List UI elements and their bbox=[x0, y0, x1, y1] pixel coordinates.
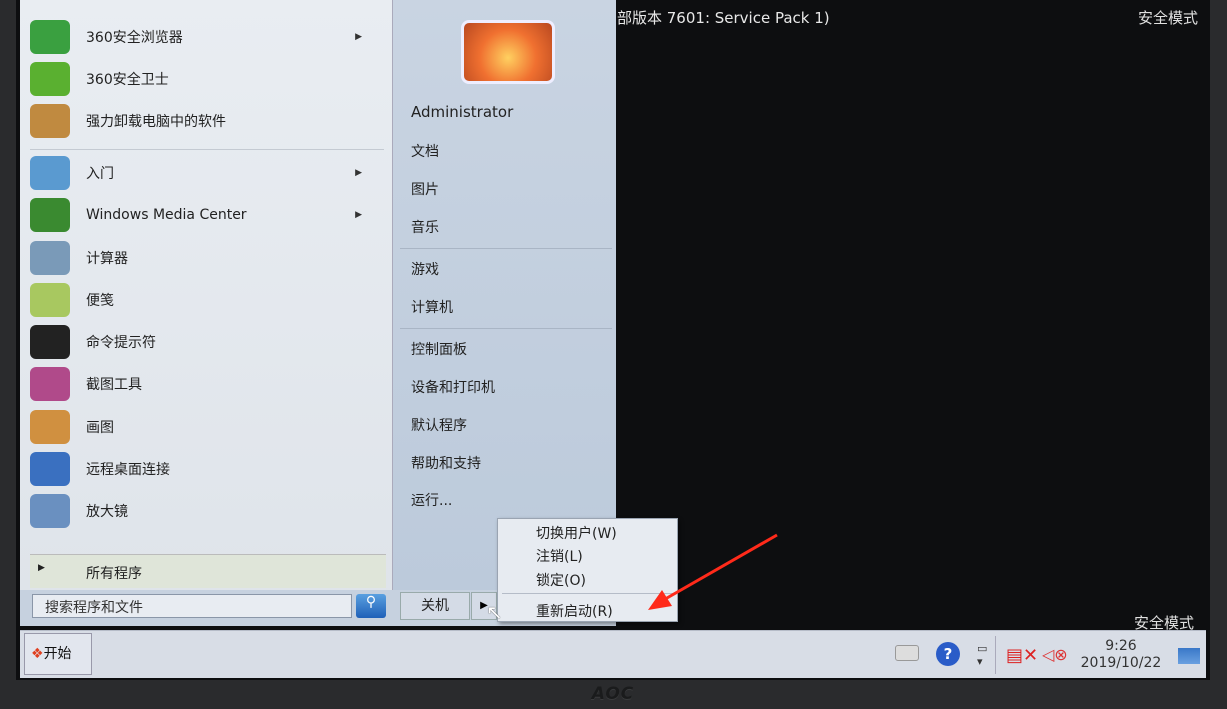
clock-date: 2019/10/22 bbox=[1080, 655, 1162, 671]
clock-time: 9:26 bbox=[1105, 638, 1137, 654]
program-label: 360安全浏览器 bbox=[86, 30, 183, 46]
monitor-brand-logo: AOC bbox=[591, 684, 635, 704]
shield-360-icon bbox=[30, 62, 70, 96]
search-input[interactable]: 搜索程序和文件 bbox=[32, 594, 352, 618]
uninstall-icon bbox=[30, 104, 70, 138]
start-button[interactable]: ❖开始 bbox=[24, 633, 92, 675]
mouse-cursor-icon: ↖ bbox=[486, 600, 503, 624]
sticky-notes-icon bbox=[30, 282, 70, 317]
media-center-icon bbox=[30, 198, 70, 233]
divider bbox=[400, 248, 612, 249]
places-item[interactable]: 计算机 bbox=[411, 297, 453, 317]
places-item[interactable]: 文档 bbox=[411, 141, 439, 161]
program-label: 360安全卫士 bbox=[86, 72, 169, 88]
program-label: 远程桌面连接 bbox=[86, 461, 170, 478]
triangle-right-icon: ▶ bbox=[355, 210, 362, 221]
places-item[interactable]: Administrator bbox=[411, 103, 513, 121]
program-item[interactable]: 入门 ▶ bbox=[30, 153, 380, 193]
triangle-right-icon: ▶ bbox=[355, 168, 362, 178]
cmd-icon bbox=[30, 325, 70, 359]
paint-icon bbox=[30, 409, 70, 444]
triangle-right-icon: ▶ bbox=[355, 32, 362, 42]
program-item[interactable]: 360安全卫士 bbox=[30, 59, 380, 99]
safe-mode-label-top: 安全模式 bbox=[1138, 9, 1199, 27]
program-label: 强力卸载电脑中的软件 bbox=[86, 114, 226, 130]
menu-item-restart[interactable]: 重新启动(R) bbox=[536, 601, 613, 621]
calculator-icon bbox=[30, 240, 70, 275]
show-desktop-button[interactable] bbox=[1178, 648, 1200, 664]
places-item[interactable]: 游戏 bbox=[411, 259, 439, 279]
menu-item-switch-user[interactable]: 切换用户(W) bbox=[536, 523, 617, 543]
snipping-tool-icon bbox=[30, 367, 70, 402]
show-hidden-icons[interactable]: ▭ ▾ bbox=[977, 642, 987, 668]
remote-desktop-icon bbox=[30, 451, 70, 486]
places-item[interactable]: 运行... bbox=[411, 490, 452, 510]
places-item[interactable]: 音乐 bbox=[411, 217, 439, 237]
program-item[interactable]: Windows Media Center ▶ bbox=[30, 195, 380, 235]
program-item[interactable]: 命令提示符 bbox=[30, 322, 380, 362]
getting-started-icon bbox=[30, 156, 70, 190]
program-item[interactable]: 远程桌面连接 bbox=[30, 449, 380, 489]
program-label: 截图工具 bbox=[86, 377, 142, 394]
network-disconnected-icon[interactable]: ▤✕ bbox=[1006, 645, 1038, 666]
places-item[interactable]: 默认程序 bbox=[411, 415, 467, 435]
program-label: Windows Media Center bbox=[86, 207, 247, 224]
user-avatar[interactable] bbox=[461, 20, 555, 84]
program-item[interactable]: 强力卸载电脑中的软件 bbox=[30, 101, 380, 141]
version-info: 部版本 7601: Service Pack 1) bbox=[617, 9, 830, 27]
all-programs-label: 所有程序 bbox=[86, 566, 142, 582]
divider bbox=[30, 149, 384, 150]
volume-muted-icon[interactable]: ◁⊗ bbox=[1042, 645, 1068, 664]
program-label: 便笺 bbox=[86, 292, 114, 309]
program-item[interactable]: 便笺 bbox=[30, 280, 380, 320]
triangle-right-icon: ▶ bbox=[38, 563, 45, 573]
keyboard-icon[interactable] bbox=[895, 645, 919, 661]
menu-item-log-off[interactable]: 注销(L) bbox=[536, 546, 583, 566]
start-label: 开始 bbox=[43, 646, 72, 662]
divider bbox=[400, 328, 612, 329]
shutdown-button[interactable]: 关机 bbox=[400, 592, 470, 620]
program-label: 入门 bbox=[86, 166, 114, 182]
program-label: 放大镜 bbox=[86, 504, 128, 520]
program-label: 计算器 bbox=[86, 250, 128, 267]
search-icon: ⚲ bbox=[365, 594, 377, 610]
program-item[interactable]: 放大镜 bbox=[30, 491, 380, 531]
windows-logo-icon: ❖ bbox=[31, 646, 44, 662]
annotation-arrow bbox=[648, 533, 778, 610]
magnifier-icon bbox=[30, 494, 70, 528]
program-item[interactable]: 画图 bbox=[30, 407, 380, 447]
program-item[interactable]: 计算器 bbox=[30, 238, 380, 278]
help-icon[interactable]: ? bbox=[936, 642, 960, 666]
menu-item-lock[interactable]: 锁定(O) bbox=[536, 570, 586, 590]
clock[interactable]: 9:26 2019/10/22 bbox=[1068, 638, 1174, 672]
ie-360-icon bbox=[30, 20, 70, 54]
program-item[interactable]: 360安全浏览器 ▶ bbox=[30, 17, 380, 57]
places-item[interactable]: 帮助和支持 bbox=[411, 453, 481, 473]
all-programs-button[interactable]: ▶ 所有程序 bbox=[30, 554, 386, 588]
places-item[interactable]: 图片 bbox=[411, 179, 439, 199]
places-item[interactable]: 设备和打印机 bbox=[411, 377, 495, 397]
program-label: 命令提示符 bbox=[86, 335, 156, 351]
program-item[interactable]: 截图工具 bbox=[30, 364, 380, 404]
search-button[interactable]: ⚲ bbox=[356, 594, 386, 618]
program-label: 画图 bbox=[86, 419, 114, 436]
places-item[interactable]: 控制面板 bbox=[411, 339, 467, 359]
